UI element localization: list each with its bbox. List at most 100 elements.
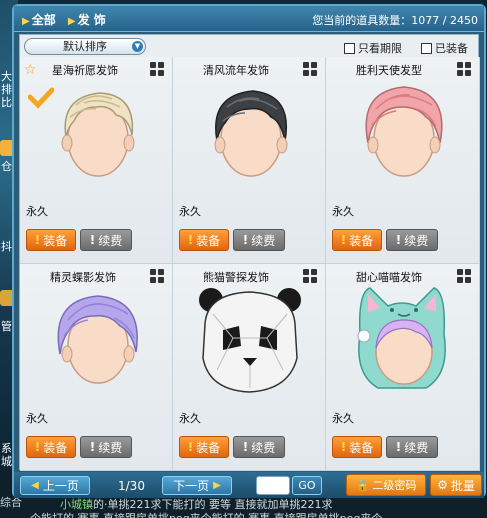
star-icon: ☆	[24, 62, 37, 78]
item-duration: 永久	[332, 412, 354, 425]
exclaim-icon: !	[395, 440, 402, 454]
exclaim-icon: !	[242, 440, 249, 454]
renew-label: 续费	[251, 440, 276, 455]
equip-button[interactable]: ! 装备	[332, 229, 382, 251]
equip-button[interactable]: ! 装备	[179, 229, 229, 251]
equip-label: 装备	[349, 233, 374, 248]
grid-view-icon[interactable]	[457, 62, 471, 76]
item-duration: 永久	[26, 412, 48, 425]
grid-view-icon[interactable]	[150, 62, 164, 76]
renew-label: 续费	[404, 440, 429, 455]
prev-page-button[interactable]: ◀ 上一页	[20, 476, 90, 495]
exclaim-icon: !	[89, 233, 96, 247]
equip-button[interactable]: ! 装备	[332, 436, 382, 458]
equip-button[interactable]: ! 装备	[179, 436, 229, 458]
renew-button[interactable]: ! 续费	[233, 436, 285, 458]
checkbox-label: 已装备	[435, 42, 468, 55]
renew-label: 续费	[98, 440, 123, 455]
item-name: 清风流年发饰	[203, 64, 269, 77]
batch-label: 批量	[450, 478, 475, 493]
sort-dropdown[interactable]: 默认排序 ▼	[24, 38, 146, 55]
next-page-button[interactable]: 下一页 ▶	[162, 476, 232, 495]
chevron-down-icon: ▼	[132, 41, 143, 52]
grid-view-icon[interactable]	[150, 269, 164, 283]
lock-icon: 🔒	[355, 478, 370, 492]
exclaim-icon: !	[340, 233, 347, 247]
exclaim-icon: !	[89, 440, 96, 454]
item-duration: 永久	[26, 205, 48, 218]
item-card[interactable]: ☆ 星海祈愿发饰 永久 ! 装备 ! 续费	[20, 57, 173, 264]
renew-button[interactable]: ! 续费	[233, 229, 285, 251]
arrow-right-icon: ▶	[213, 480, 221, 491]
breadcrumb: ▶ 全部 ▶ 发 饰	[22, 11, 106, 28]
grid-view-icon[interactable]	[303, 269, 317, 283]
item-card[interactable]: 甜心喵喵发饰 永久 ! 装备 ! 续费	[326, 264, 480, 471]
panda-mask-preview-image	[199, 288, 301, 393]
equipped-checkbox[interactable]: 已装备	[421, 40, 468, 56]
grid-view-icon[interactable]	[303, 62, 317, 76]
hair-preview-image	[57, 295, 138, 384]
arrow-left-icon: ◀	[31, 480, 39, 491]
exclaim-icon: !	[187, 233, 194, 247]
exclaim-icon: !	[340, 440, 347, 454]
triangle-icon: ▶	[22, 16, 30, 27]
exclaim-icon: !	[395, 233, 402, 247]
exclaim-icon: !	[242, 233, 249, 247]
page-number-input[interactable]	[256, 476, 290, 495]
cat-hood-preview-image	[357, 287, 446, 389]
gear-icon: ⚙	[437, 478, 448, 492]
item-count: 您当前的道具数量：1077 / 2450	[312, 14, 478, 27]
renew-label: 续费	[98, 233, 123, 248]
grid-view-icon[interactable]	[457, 269, 471, 283]
item-name: 甜心喵喵发饰	[356, 271, 422, 284]
item-duration: 永久	[332, 205, 354, 218]
pagination-bar: ◀ 上一页 1/30 下一页 ▶ GO 🔒 二级密码 ⚙ 批量	[14, 472, 484, 498]
checkbox-box[interactable]	[344, 42, 355, 54]
inventory-panel: ▶ 全部 ▶ 发 饰 您当前的道具数量：1077 / 2450 默认排序 ▼ 只看期…	[12, 4, 486, 498]
equip-button[interactable]: ! 装备	[26, 229, 76, 251]
crumb-category[interactable]: 发 饰	[78, 13, 106, 27]
sort-bar: 默认排序 ▼ 只看期限 已装备	[20, 35, 478, 57]
item-name: 精灵蝶影发饰	[50, 271, 116, 284]
batch-button[interactable]: ⚙ 批量	[430, 474, 482, 496]
equip-label: 装备	[196, 233, 221, 248]
chat-line: 个能打的 赛事 直接跟房单挑pog来个能打的 赛事 直接跟房单挑pog来个	[30, 510, 382, 518]
checkbox-label: 只看期限	[358, 42, 402, 55]
password-label: 二级密码	[372, 479, 417, 492]
renew-button[interactable]: ! 续费	[386, 229, 438, 251]
exclaim-icon: !	[187, 440, 194, 454]
panel-header: ▶ 全部 ▶ 发 饰 您当前的道具数量：1077 / 2450	[14, 6, 484, 32]
item-name: 星海祈愿发饰	[52, 64, 118, 77]
equip-button[interactable]: ! 装备	[26, 436, 76, 458]
crumb-all[interactable]: 全部	[32, 13, 56, 27]
hair-preview-image	[365, 86, 443, 177]
item-card[interactable]: 清风流年发饰 永久 ! 装备 ! 续费	[173, 57, 326, 264]
item-grid: ☆ 星海祈愿发饰 永久 ! 装备 ! 续费 清风流年发饰 永久 ! 装备 ! 续…	[20, 57, 480, 471]
item-card[interactable]: 熊猫警探发饰 永久 ! 装备 ! 续费	[173, 264, 326, 471]
sort-value: 默认排序	[63, 40, 107, 53]
prev-label: 上一页	[42, 479, 79, 493]
next-label: 下一页	[173, 479, 210, 493]
equip-label: 装备	[43, 440, 68, 455]
go-button[interactable]: GO	[292, 476, 322, 495]
item-name: 熊猫警探发饰	[203, 271, 269, 284]
renew-label: 续费	[251, 233, 276, 248]
checkbox-box[interactable]	[421, 42, 432, 54]
renew-button[interactable]: ! 续费	[80, 436, 132, 458]
equip-label: 装备	[196, 440, 221, 455]
exclaim-icon: !	[34, 233, 41, 247]
item-name: 胜利天使发型	[356, 64, 422, 77]
renew-label: 续费	[404, 233, 429, 248]
renew-button[interactable]: ! 续费	[386, 436, 438, 458]
renew-button[interactable]: ! 续费	[80, 229, 132, 251]
only-expired-checkbox[interactable]: 只看期限	[344, 40, 402, 56]
item-card[interactable]: 精灵蝶影发饰 永久 ! 装备 ! 续费	[20, 264, 173, 471]
secondary-password-button[interactable]: 🔒 二级密码	[346, 474, 426, 496]
item-duration: 永久	[179, 412, 201, 425]
exclaim-icon: !	[34, 440, 41, 454]
item-duration: 永久	[179, 205, 201, 218]
item-card[interactable]: 胜利天使发型 永久 ! 装备 ! 续费	[326, 57, 480, 264]
equipped-check-icon	[28, 87, 54, 109]
item-list-area: 默认排序 ▼ 只看期限 已装备 ☆ 星海祈愿发饰 永久 ! 装备 ! 续费 清风…	[19, 34, 480, 471]
triangle-icon: ▶	[67, 16, 76, 27]
